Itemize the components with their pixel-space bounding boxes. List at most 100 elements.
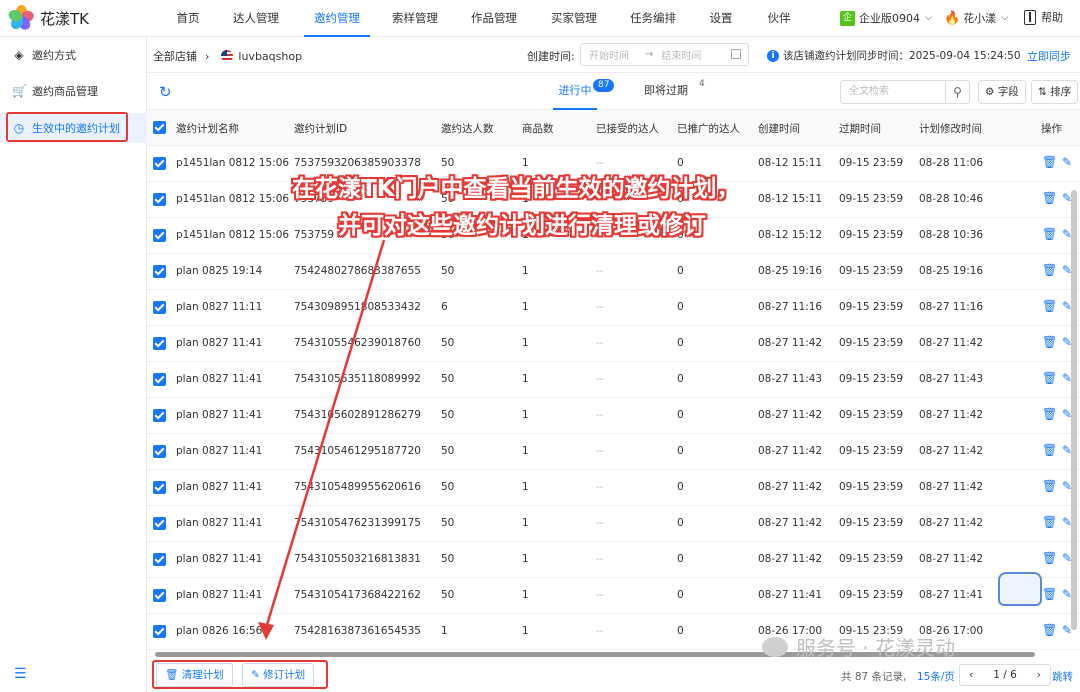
help-link[interactable]: 帮助 xyxy=(1024,9,1063,25)
row-checkbox[interactable] xyxy=(153,517,166,530)
tab-expiring-soon[interactable]: 即将过期 xyxy=(644,73,688,110)
tab-badge: 4 xyxy=(699,79,705,89)
table-cell: plan 0827 11:41 xyxy=(176,553,263,565)
next-page-icon[interactable]: › xyxy=(1028,665,1051,685)
nav-task-orchestration[interactable]: 任务编排 xyxy=(630,0,676,37)
sync-now-link[interactable]: 立即同步 xyxy=(1027,48,1071,64)
row-checkbox[interactable] xyxy=(153,193,166,206)
trash-icon[interactable]: 🗑 xyxy=(1042,300,1057,313)
nav-sample-mgmt[interactable]: 索样管理 xyxy=(392,0,438,37)
trash-icon[interactable]: 🗑 xyxy=(1042,588,1057,601)
assistant-robot-icon[interactable] xyxy=(998,572,1042,606)
table-row[interactable]: plan 0827 11:41 7543105476231399175 50 1 -- 0… xyxy=(147,506,1080,542)
trash-icon[interactable]: 🗑 xyxy=(1042,552,1057,565)
nav-invite-mgmt[interactable]: 邀约管理 xyxy=(304,0,370,37)
table-row[interactable]: plan 0827 11:41 7543105602891286279 50 1 -- 0… xyxy=(147,398,1080,434)
nav-settings[interactable]: 设置 xyxy=(709,0,733,37)
table-cell: 50 xyxy=(441,589,455,601)
nav-content-mgmt[interactable]: 作品管理 xyxy=(471,0,517,37)
trash-icon[interactable]: 🗑 xyxy=(1042,264,1057,277)
end-date-input[interactable]: 结束时间 xyxy=(661,47,701,62)
row-checkbox[interactable] xyxy=(153,409,166,422)
jump-button[interactable]: 跳转 xyxy=(1052,669,1073,684)
table-row[interactable]: plan 0827 11:41 7543105489955620616 50 1 -- 0… xyxy=(147,470,1080,506)
select-all-checkbox[interactable] xyxy=(153,121,166,134)
trash-icon[interactable]: 🗑 xyxy=(1042,624,1057,637)
breadcrumb-root[interactable]: 全部店铺 xyxy=(153,48,197,64)
row-checkbox[interactable] xyxy=(153,157,166,170)
column-header[interactable]: 创建时间 xyxy=(758,121,800,136)
trash-icon[interactable]: 🗑 xyxy=(1042,228,1057,241)
table-cell: -- xyxy=(596,589,604,601)
row-checkbox[interactable] xyxy=(153,229,166,242)
column-header[interactable]: 邀约计划名称 xyxy=(176,121,239,136)
table-cell: -- xyxy=(596,265,604,277)
page-indicator[interactable]: 1 / 6 xyxy=(983,665,1028,685)
search-icon[interactable]: ⚲ xyxy=(945,81,969,103)
column-header[interactable]: 邀约达人数 xyxy=(441,121,494,136)
column-header[interactable]: 过期时间 xyxy=(839,121,881,136)
fields-button[interactable]: ⚙ 字段 xyxy=(978,80,1026,104)
table-row[interactable]: plan 0827 11:41 7543105635118089992 50 1 -- 0… xyxy=(147,362,1080,398)
nav-home[interactable]: 首页 xyxy=(176,0,200,37)
table-row[interactable]: plan 0825 19:14 7542480278683387655 50 1 -- 0… xyxy=(147,254,1080,290)
wechat-icon xyxy=(762,636,788,657)
trash-icon[interactable]: 🗑 xyxy=(1042,516,1057,529)
search-input[interactable]: 全文检索 ⚲ xyxy=(840,80,970,104)
refresh-icon[interactable]: ↻ xyxy=(159,83,172,101)
vertical-scrollbar[interactable] xyxy=(1071,190,1077,630)
tab-in-progress[interactable]: 进行中 xyxy=(553,73,597,110)
trash-icon[interactable]: 🗑 xyxy=(1042,336,1057,349)
trash-icon[interactable]: 🗑 xyxy=(1042,480,1057,493)
app-logo[interactable]: 花漾TK xyxy=(0,5,150,33)
nav-creator-mgmt[interactable]: 达人管理 xyxy=(233,0,279,37)
user-menu[interactable]: 🔥 花小漾 ⌵ xyxy=(944,10,1008,26)
table-cell: 08-27 11:41 xyxy=(758,589,823,601)
start-date-input[interactable]: 开始时间 xyxy=(589,47,629,62)
table-cell: 08-12 15:11 xyxy=(758,157,823,169)
column-header[interactable]: 商品数 xyxy=(522,121,554,136)
date-range-picker[interactable]: 开始时间 → 结束时间 xyxy=(580,43,749,66)
row-checkbox[interactable] xyxy=(153,301,166,314)
table-cell: 7542816387361654535 xyxy=(294,625,421,637)
sidebar-item-invite-methods[interactable]: ◈ 邀约方式 xyxy=(0,40,147,70)
row-checkbox[interactable] xyxy=(153,625,166,638)
trash-icon[interactable]: 🗑 xyxy=(1042,156,1057,169)
watermark: 服务号 · 花漾灵动 xyxy=(762,632,955,661)
table-row[interactable]: plan 0827 11:11 7543098951808533432 6 1 -- 0 0… xyxy=(147,290,1080,326)
trash-icon[interactable]: 🗑 xyxy=(1042,408,1057,421)
prev-page-icon[interactable]: ‹ xyxy=(960,665,983,685)
revise-plan-button[interactable]: ✎ 修订计划 xyxy=(242,663,315,687)
column-header[interactable]: 计划修改时间 xyxy=(919,121,982,136)
table-row[interactable]: plan 0827 11:41 7543105461295187720 50 1 -- 0… xyxy=(147,434,1080,470)
trash-icon[interactable]: 🗑 xyxy=(1042,372,1057,385)
row-checkbox[interactable] xyxy=(153,373,166,386)
table-row[interactable]: plan 0827 11:41 7543105417368422162 50 1 -- 0… xyxy=(147,578,1080,614)
row-checkbox[interactable] xyxy=(153,553,166,566)
column-header[interactable]: 已接受的达人 xyxy=(596,121,659,136)
edit-icon[interactable]: ✎ xyxy=(1062,156,1074,169)
shop-name[interactable]: luvbaqshop xyxy=(238,50,302,63)
table-cell: plan 0827 11:41 xyxy=(176,337,263,349)
row-checkbox[interactable] xyxy=(153,445,166,458)
clean-plan-button[interactable]: 🗑 清理计划 xyxy=(156,663,233,687)
table-header: 邀约计划名称 邀约计划ID 邀约达人数 商品数 已接受的达人 已推广的达人 创建… xyxy=(147,110,1080,146)
column-header[interactable]: 已推广的达人 xyxy=(677,121,740,136)
row-checkbox[interactable] xyxy=(153,265,166,278)
nav-buyer-mgmt[interactable]: 买家管理 xyxy=(551,0,597,37)
row-checkbox[interactable] xyxy=(153,481,166,494)
row-checkbox[interactable] xyxy=(153,337,166,350)
nav-partners[interactable]: 伙伴 xyxy=(767,0,791,37)
trash-icon[interactable]: 🗑 xyxy=(1042,192,1057,205)
page-size-select[interactable]: 15条/页 xyxy=(917,669,955,684)
row-checkbox[interactable] xyxy=(153,589,166,602)
table-cell: 08-25 19:16 xyxy=(758,265,823,277)
table-row[interactable]: plan 0827 11:41 7543105546239018760 50 1 -- 0… xyxy=(147,326,1080,362)
trash-icon[interactable]: 🗑 xyxy=(1042,444,1057,457)
sidebar-item-invite-products[interactable]: 🛒 邀约商品管理 xyxy=(0,76,147,106)
table-row[interactable]: plan 0827 11:41 7543105503216813831 50 1 -- 0… xyxy=(147,542,1080,578)
sort-button[interactable]: ⇅ 排序 xyxy=(1031,80,1079,104)
column-header[interactable]: 邀约计划ID xyxy=(294,121,347,136)
edition-switcher[interactable]: 企 企业版0904 ⌵ xyxy=(840,10,932,26)
menu-collapse-icon[interactable]: ☰ xyxy=(14,666,27,682)
